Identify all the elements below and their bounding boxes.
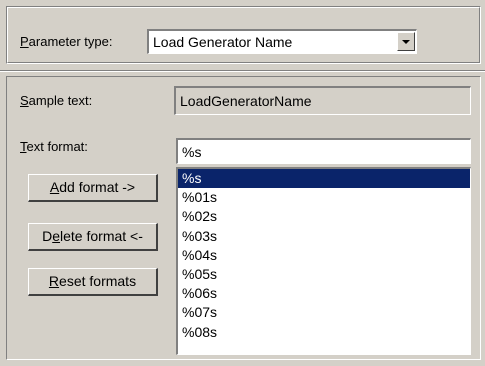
parameter-type-value: Load Generator Name	[153, 34, 293, 50]
parameter-type-dropdown[interactable]: Load Generator Name	[147, 29, 417, 54]
list-item[interactable]: %04s	[178, 246, 470, 265]
reset-formats-button[interactable]: Reset formats	[28, 268, 158, 296]
section-separator	[0, 70, 485, 72]
list-item[interactable]: %05s	[178, 265, 470, 284]
list-item[interactable]: %07s	[178, 303, 470, 322]
list-item[interactable]: %02s	[178, 207, 470, 226]
sample-text-field: LoadGeneratorName	[174, 86, 471, 115]
dropdown-arrow-button[interactable]	[397, 32, 415, 51]
parameter-properties-dialog: Parameter type: Load Generator Name Samp…	[0, 0, 485, 366]
parameter-type-label: Parameter type:	[20, 34, 113, 49]
list-item[interactable]: %s	[178, 169, 470, 189]
sample-text-value: LoadGeneratorName	[180, 93, 312, 109]
text-format-label: Text format:	[20, 139, 88, 154]
text-format-input[interactable]: %s	[176, 138, 471, 164]
sample-text-label: Sample text:	[20, 93, 93, 108]
list-item[interactable]: %06s	[178, 284, 470, 303]
list-item[interactable]: %01s	[178, 188, 470, 207]
delete-format-button[interactable]: Delete format <-	[28, 223, 158, 251]
list-item[interactable]: %08s	[178, 323, 470, 342]
list-item[interactable]: %03s	[178, 227, 470, 246]
text-format-value: %s	[182, 144, 202, 160]
format-listbox[interactable]: %s %01s %02s %03s %04s %05s %06s %07s %08s	[176, 167, 471, 355]
chevron-down-icon	[402, 40, 410, 44]
add-format-button[interactable]: Add format ->	[28, 174, 158, 202]
